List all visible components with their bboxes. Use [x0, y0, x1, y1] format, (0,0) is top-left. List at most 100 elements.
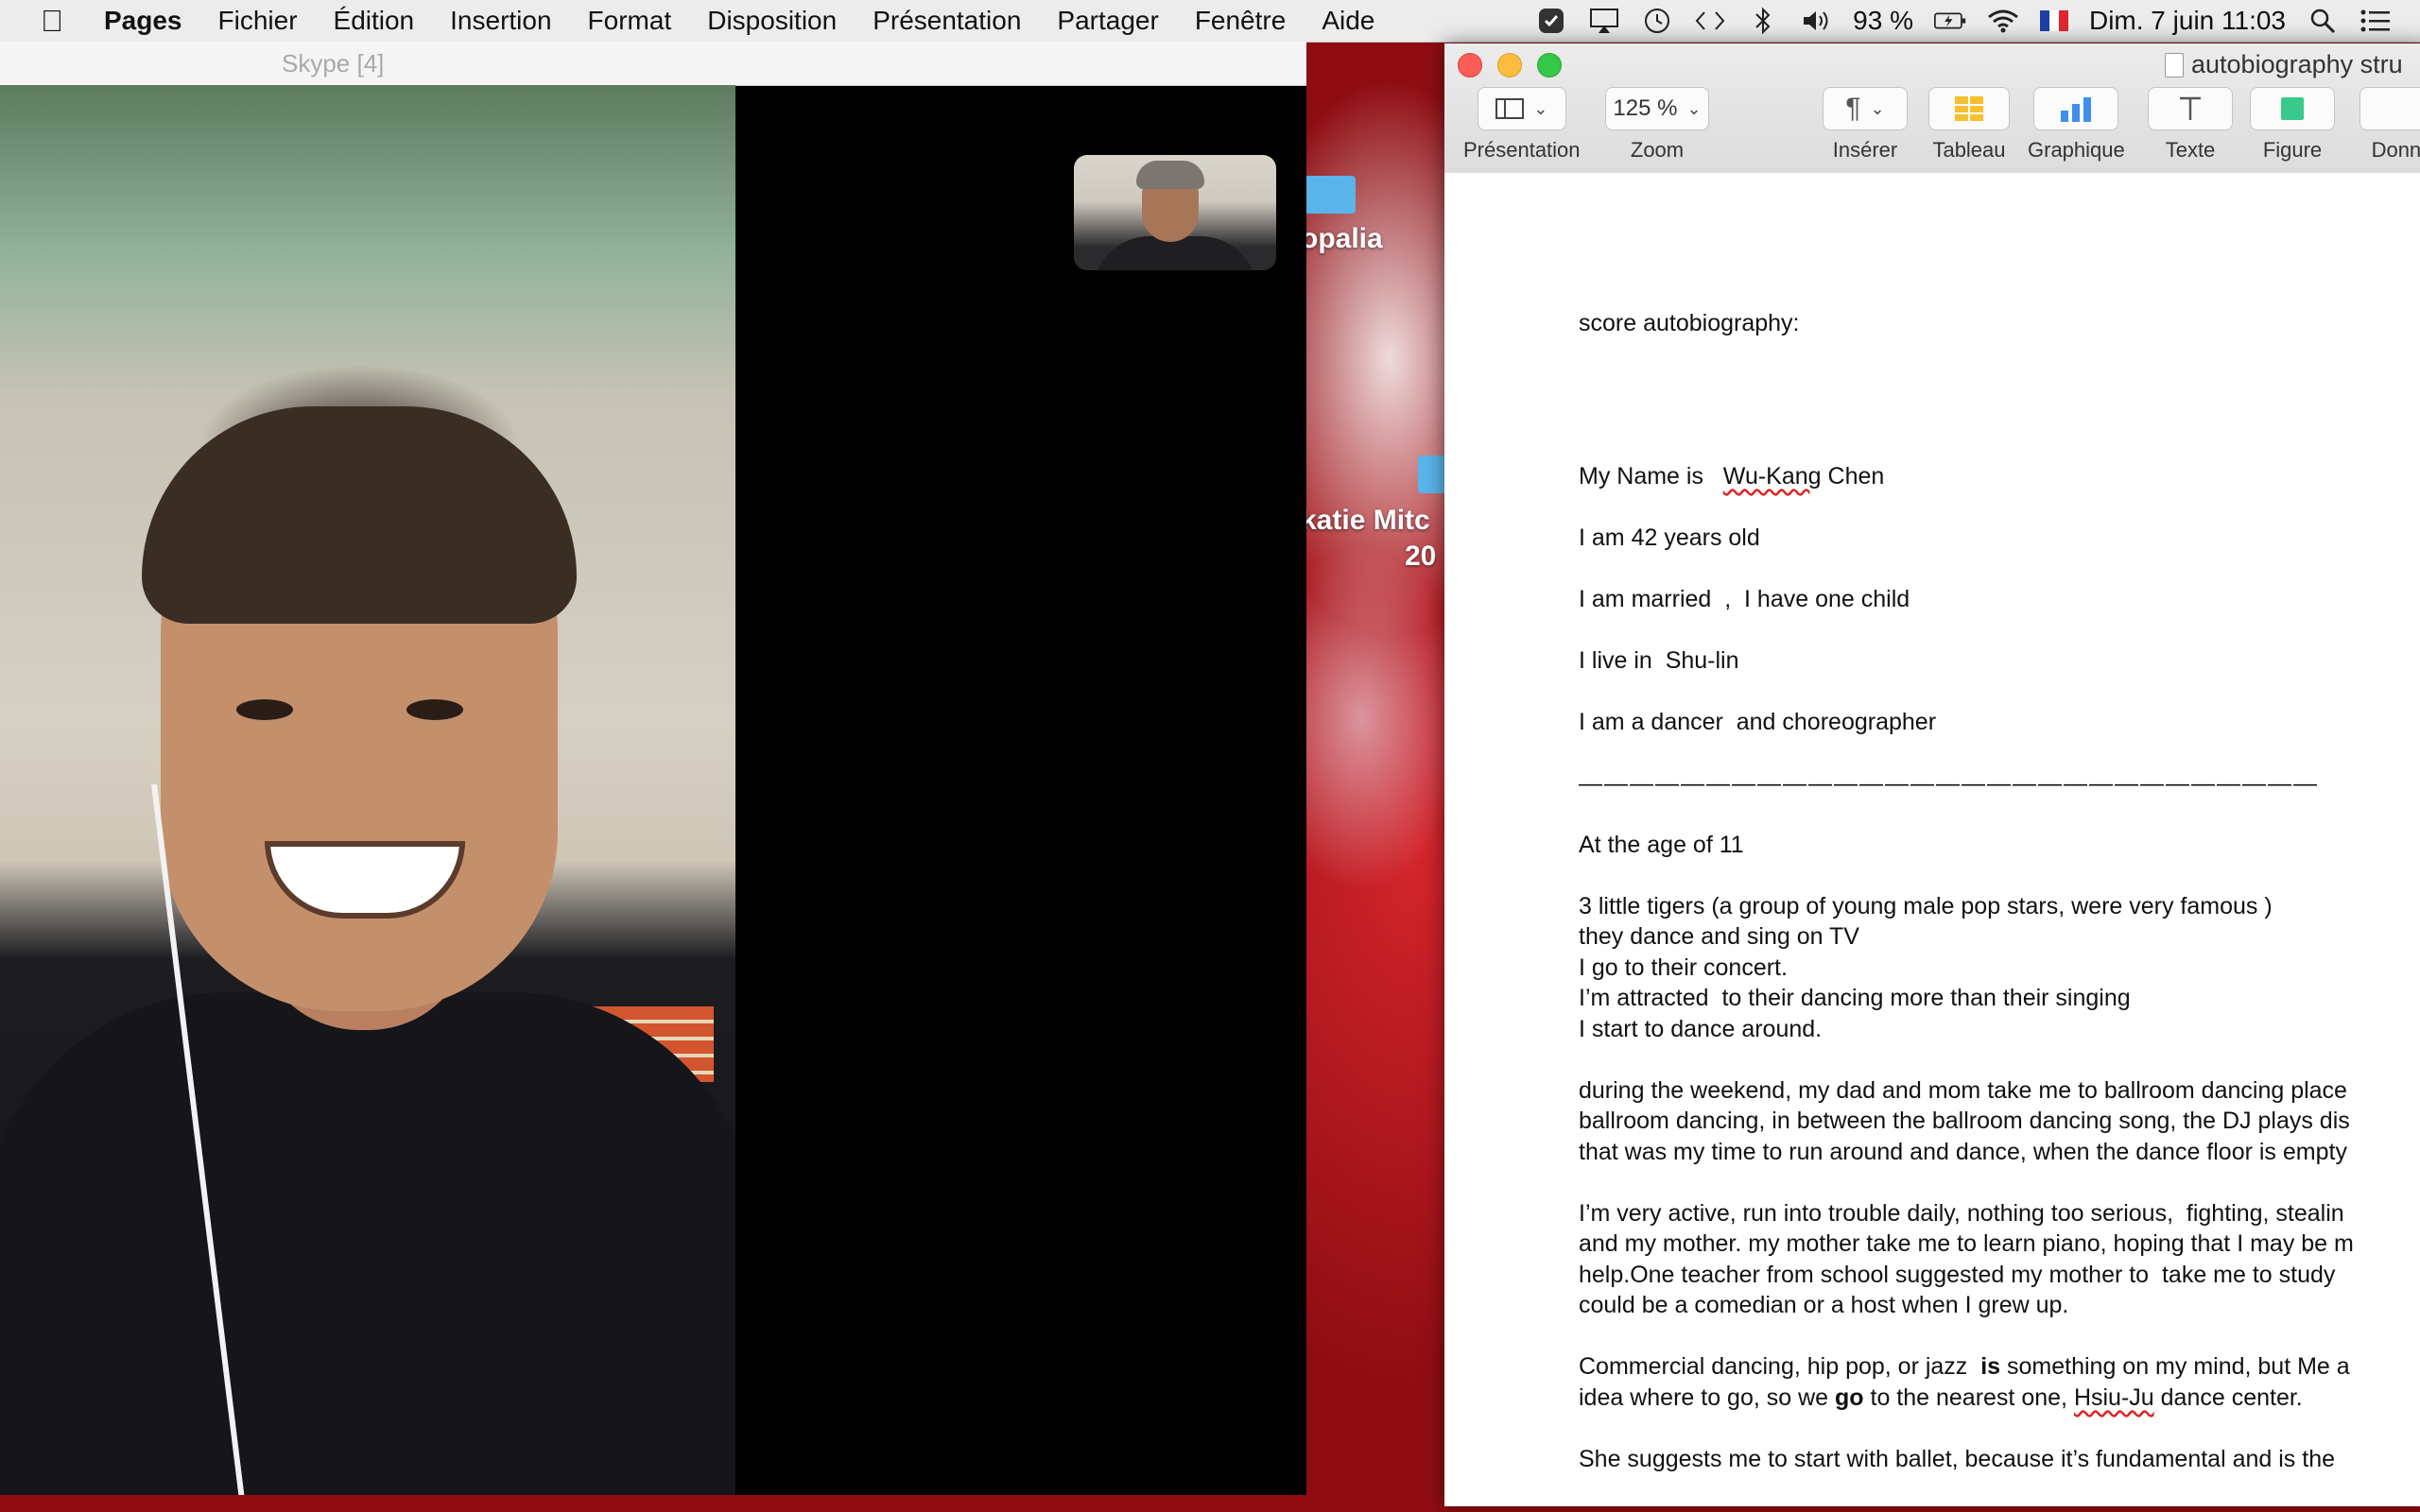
airplay-icon[interactable] — [1588, 5, 1620, 37]
doc-separator-rule: ————————————————————————————— — [1579, 770, 2319, 797]
person-eye — [236, 699, 293, 720]
menu-presentation[interactable]: Présentation — [855, 6, 1039, 36]
doc-line-age[interactable]: I am 42 years old — [1579, 523, 1760, 554]
doc-line[interactable]: help.One teacher from school suggested m… — [1579, 1260, 2335, 1291]
fullscreen-window-button[interactable] — [1537, 53, 1562, 77]
doc-line-age11[interactable]: At the age of 11 — [1579, 830, 1744, 861]
menu-fenetre[interactable]: Fenêtre — [1177, 6, 1305, 36]
apple-menu-icon[interactable]:  — [0, 4, 104, 39]
chevron-down-icon: ⌄ — [1533, 98, 1548, 118]
menu-disposition[interactable]: Disposition — [689, 6, 855, 36]
doc-line[interactable]: during the weekend, my dad and mom take … — [1579, 1075, 2347, 1107]
bluetooth-icon[interactable] — [1747, 5, 1779, 37]
time-machine-icon[interactable] — [1641, 5, 1673, 37]
doc-line[interactable]: ballroom dancing, in between the ballroo… — [1579, 1106, 2350, 1137]
zoom-label: Zoom — [1630, 138, 1685, 162]
volume-icon[interactable] — [1800, 5, 1832, 37]
insert-label: Insérer — [1832, 138, 1898, 162]
notification-center-icon[interactable] — [2360, 5, 2392, 37]
name-last: Chen — [1821, 463, 1885, 490]
menu-bar:  Pages Fichier Édition Insertion Format… — [0, 0, 2420, 43]
doc-line[interactable]: I’m attracted to their dancing more than… — [1579, 983, 2131, 1014]
text-run: something on my mind, but Me a — [2000, 1353, 2350, 1380]
shape-tool[interactable]: Figure — [2250, 87, 2335, 163]
document-title: autobiography stru — [2165, 50, 2403, 79]
doc-line[interactable]: they dance and sing on TV — [1579, 921, 1859, 953]
code-arrows-icon[interactable] — [1694, 5, 1726, 37]
document-canvas[interactable]: score autobiography: My Name is Wu-Kang … — [1444, 173, 2420, 1506]
menubar-datetime[interactable]: Dim. 7 juin 11:03 — [2089, 6, 2286, 36]
doc-line[interactable]: Commercial dancing, hip pop, or jazz is … — [1579, 1351, 2350, 1383]
insert-button[interactable]: ¶ ⌄ — [1823, 87, 1908, 130]
doc-line[interactable]: that was my time to run around and dance… — [1579, 1137, 2347, 1168]
text-tool[interactable]: Texte — [2148, 87, 2233, 163]
battery-charging-icon[interactable] — [1933, 5, 1966, 37]
data-tool[interactable]: Donné — [2360, 87, 2420, 163]
desktop-folder-label[interactable]: katie Mitc — [1301, 505, 1430, 537]
desktop-folder-label[interactable]: 20 — [1405, 541, 1436, 573]
text-run: dance center. — [2153, 1384, 2303, 1411]
insert-tool[interactable]: ¶ ⌄ Insérer — [1823, 87, 1908, 163]
text-label: Texte — [2165, 138, 2216, 162]
menu-format[interactable]: Format — [570, 6, 690, 36]
pages-window[interactable]: autobiography stru ⌄ Présentation 125 % … — [1444, 43, 2420, 1506]
paragraph-icon: ¶ — [1845, 93, 1861, 124]
doc-line-job[interactable]: I am a dancer and choreographer — [1579, 707, 1936, 738]
spotlight-search-icon[interactable] — [2307, 5, 2339, 37]
wifi-icon[interactable] — [1987, 5, 2019, 37]
remote-video-feed[interactable] — [0, 85, 735, 1495]
menu-fichier[interactable]: Fichier — [200, 6, 316, 36]
chart-button[interactable] — [2033, 87, 2119, 130]
zoom-tool[interactable]: 125 % ⌄ Zoom — [1605, 87, 1709, 163]
shape-square-icon — [2281, 97, 2304, 120]
text-run: Commercial dancing, hip pop, or jazz — [1579, 1353, 1981, 1380]
misspelled-word: Hsiu-Ju — [2073, 1384, 2154, 1411]
text-button[interactable] — [2148, 87, 2233, 130]
data-label: Donné — [2371, 138, 2420, 162]
doc-line-live[interactable]: I live in Shu-lin — [1579, 645, 1739, 677]
doc-line[interactable]: 3 little tigers (a group of young male p… — [1579, 891, 2273, 922]
french-flag-input-icon[interactable] — [2039, 10, 2068, 31]
doc-line-married[interactable]: I am married , I have one child — [1579, 584, 1910, 615]
menu-edition[interactable]: Édition — [316, 6, 433, 36]
battery-percent[interactable]: 93 % — [1853, 6, 1913, 36]
text-run: idea where to go, so we — [1579, 1384, 1835, 1411]
skype-window[interactable]: Skype [4] — [0, 42, 1306, 1495]
shape-button[interactable] — [2250, 87, 2335, 130]
chevron-down-icon: ⌄ — [1686, 98, 1702, 118]
bold-word: is — [1980, 1353, 2001, 1380]
bar-chart-icon — [2061, 97, 2092, 122]
doc-heading[interactable]: score autobiography: — [1579, 308, 1799, 339]
presentation-button[interactable]: ⌄ — [1477, 87, 1566, 130]
desktop-folder-icon[interactable] — [1303, 176, 1356, 214]
person-hair — [142, 406, 577, 624]
menu-partager[interactable]: Partager — [1039, 6, 1176, 36]
menu-insertion[interactable]: Insertion — [432, 6, 569, 36]
doc-line[interactable]: idea where to go, so we go to the neares… — [1579, 1383, 2303, 1414]
table-icon — [1955, 96, 1983, 121]
presentation-tool[interactable]: ⌄ Présentation — [1463, 87, 1581, 163]
name-prefix: My Name is — [1579, 463, 1723, 490]
skype-status-icon[interactable] — [1535, 5, 1567, 37]
desktop-folder-label[interactable]: opalia — [1301, 223, 1383, 255]
doc-line[interactable]: She suggests me to start with ballet, be… — [1579, 1444, 2335, 1475]
doc-line-name[interactable]: My Name is Wu-Kang Chen — [1579, 461, 1884, 492]
close-window-button[interactable] — [1458, 53, 1482, 77]
chart-tool[interactable]: Graphique — [2028, 87, 2125, 163]
table-label: Tableau — [1932, 138, 2006, 162]
self-video-preview[interactable] — [1074, 155, 1276, 270]
doc-line[interactable]: I start to dance around. — [1579, 1014, 1822, 1045]
zoom-select[interactable]: 125 % ⌄ — [1605, 87, 1709, 130]
doc-line[interactable]: I’m very active, run into trouble daily,… — [1579, 1198, 2344, 1229]
data-button[interactable] — [2360, 87, 2420, 130]
doc-line[interactable]: I go to their concert. — [1579, 953, 1788, 984]
doc-line[interactable]: and my mother. my mother take me to lear… — [1579, 1228, 2354, 1260]
doc-line[interactable]: could be a comedian or a host when I gre… — [1579, 1290, 2068, 1321]
table-tool[interactable]: Tableau — [1928, 87, 2010, 163]
minimize-window-button[interactable] — [1497, 53, 1522, 77]
table-button[interactable] — [1928, 87, 2010, 130]
menu-aide[interactable]: Aide — [1304, 6, 1392, 36]
skype-title-bar[interactable]: Skype [4] — [0, 42, 1306, 86]
presentation-label: Présentation — [1463, 138, 1581, 162]
menu-app-pages[interactable]: Pages — [104, 6, 200, 36]
